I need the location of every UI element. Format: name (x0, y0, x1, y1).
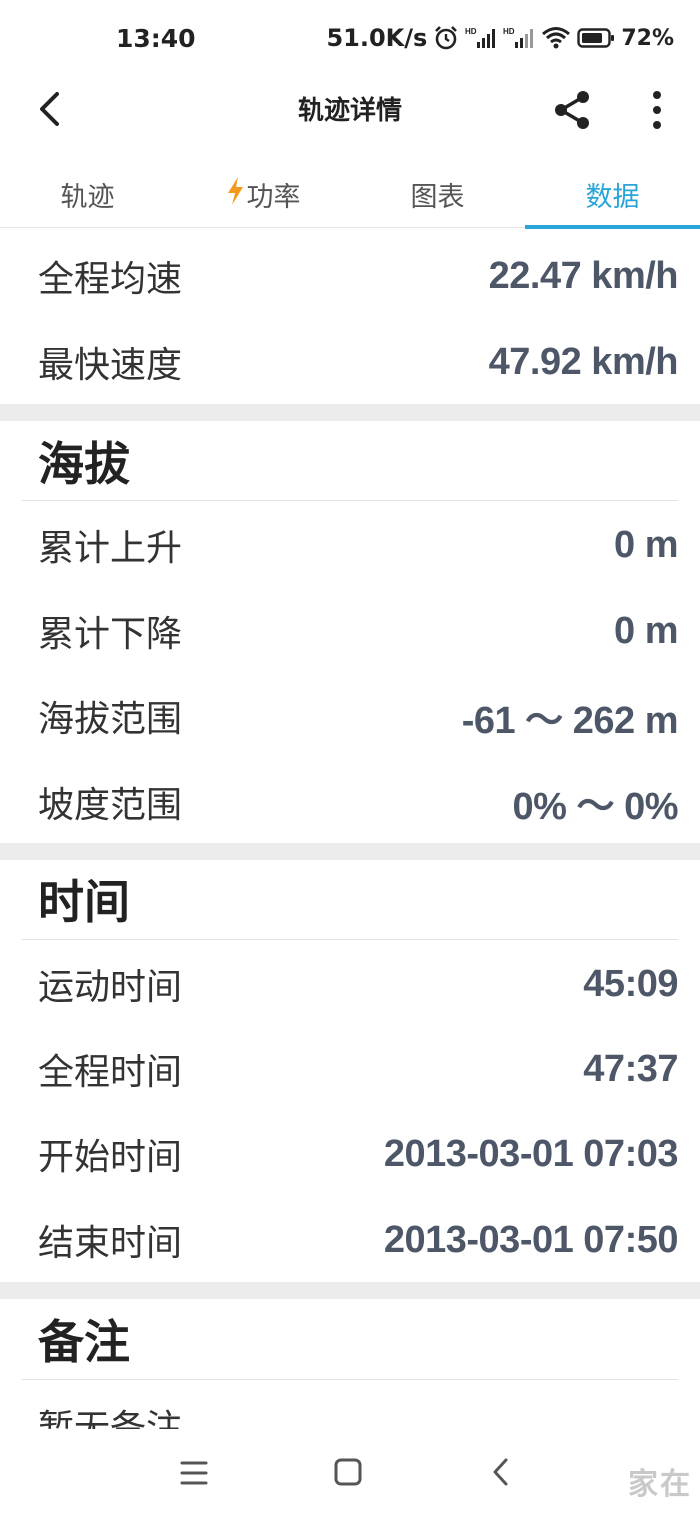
nav-back-icon (493, 1458, 508, 1486)
section-title-notes: 备注 (38, 1315, 130, 1369)
stat-value: 47:37 (583, 1047, 678, 1090)
stat-label: 累计上升 (38, 528, 183, 569)
stat-label: 最快速度 (38, 345, 183, 386)
stat-label: 全程时间 (38, 1052, 183, 1093)
stat-value: 0 m (614, 609, 678, 652)
section-line (22, 1379, 678, 1380)
battery-percent: 72% (621, 25, 674, 51)
alarm-icon (433, 25, 459, 51)
app-bar: 轨迹详情 (0, 78, 700, 140)
stat-value: 2013-03-01 07:50 (383, 1218, 679, 1261)
battery-icon (577, 27, 615, 49)
status-bar: 13:40 51.0K/s HD HD 72% (0, 0, 700, 78)
stat-row-max-speed: 最快速度 47.92 km/h (0, 319, 700, 405)
stat-value: 47.92 km/h (488, 340, 679, 383)
section-line (22, 500, 678, 501)
stat-label: 运动时间 (38, 967, 183, 1008)
stat-value: 45:09 (583, 962, 678, 1005)
more-vertical-icon (653, 91, 661, 129)
bolt-icon (225, 176, 245, 213)
tab-label: 图表 (410, 181, 465, 213)
stat-label: 开始时间 (38, 1137, 183, 1178)
tab-data[interactable]: 数据 (525, 160, 700, 229)
stat-value: 0% ～ 0% (512, 785, 679, 828)
tab-track[interactable]: 轨迹 (0, 160, 175, 228)
section-divider (0, 404, 700, 421)
signal-icon: HD (465, 26, 497, 50)
stat-label: 海拔范围 (38, 699, 183, 740)
watermark-logo: 家在 (628, 1467, 692, 1502)
back-arrow-icon (40, 92, 59, 126)
menu-icon (180, 1461, 208, 1485)
net-speed: 51.0K/s (326, 24, 428, 52)
tab-power[interactable]: 功率 (175, 160, 350, 228)
home-button[interactable] (328, 1455, 368, 1491)
tab-label: 轨迹 (60, 181, 115, 213)
stat-row-total-ascent: 累计上升 0 m (0, 502, 700, 588)
status-time: 13:40 (116, 24, 196, 53)
nav-back-button[interactable] (482, 1455, 522, 1491)
stat-row-grade-range: 坡度范围 0% ～ 0% (0, 759, 700, 845)
stat-value: 2013-03-01 07:03 (383, 1132, 679, 1175)
tab-label: 数据 (585, 181, 640, 213)
section-title-time: 时间 (38, 875, 130, 929)
status-icons: 51.0K/s HD HD 72% (326, 24, 674, 52)
stat-row-start-time: 开始时间 2013-03-01 07:03 (0, 1111, 700, 1197)
stat-label: 坡度范围 (38, 785, 183, 826)
stat-row-total-time: 全程时间 47:37 (0, 1026, 700, 1112)
data-content[interactable]: 全程均速 22.47 km/h 最快速度 47.92 km/h 海拔 累计上升 … (0, 229, 700, 1429)
system-nav-bar: 家在 (0, 1429, 700, 1516)
stat-value: -61 ～ 262 m (461, 699, 679, 742)
stat-label: 全程均速 (38, 259, 183, 300)
svg-text:HD: HD (465, 27, 477, 36)
stat-value: 0 m (614, 523, 678, 566)
menu-button[interactable] (174, 1455, 214, 1491)
section-line (22, 939, 678, 940)
tab-label: 功率 (246, 181, 301, 213)
home-square-icon (334, 1458, 362, 1486)
signal-icon-2: HD (503, 26, 535, 50)
share-button[interactable] (550, 88, 594, 132)
stat-row-altitude-range: 海拔范围 -61 ～ 262 m (0, 673, 700, 759)
stat-label: 结束时间 (38, 1223, 183, 1264)
back-button[interactable] (30, 86, 70, 132)
wifi-icon (541, 26, 571, 50)
notes-text: 暂无备注 (38, 1408, 183, 1429)
share-icon (555, 91, 589, 129)
stat-row-moving-time: 运动时间 45:09 (0, 941, 700, 1027)
svg-text:HD: HD (503, 27, 515, 36)
section-title-altitude: 海拔 (38, 437, 130, 491)
tab-chart[interactable]: 图表 (350, 160, 525, 228)
tab-bar: 轨迹 功率 图表 数据 (0, 160, 700, 229)
stat-row-avg-speed: 全程均速 22.47 km/h (0, 233, 700, 319)
more-button[interactable] (640, 88, 674, 132)
stat-row-end-time: 结束时间 2013-03-01 07:50 (0, 1197, 700, 1283)
stat-label: 累计下降 (38, 614, 183, 655)
page-title: 轨迹详情 (297, 96, 402, 126)
stat-row-total-descent: 累计下降 0 m (0, 588, 700, 674)
section-divider (0, 843, 700, 860)
section-divider (0, 1282, 700, 1299)
stat-value: 22.47 km/h (488, 254, 679, 297)
